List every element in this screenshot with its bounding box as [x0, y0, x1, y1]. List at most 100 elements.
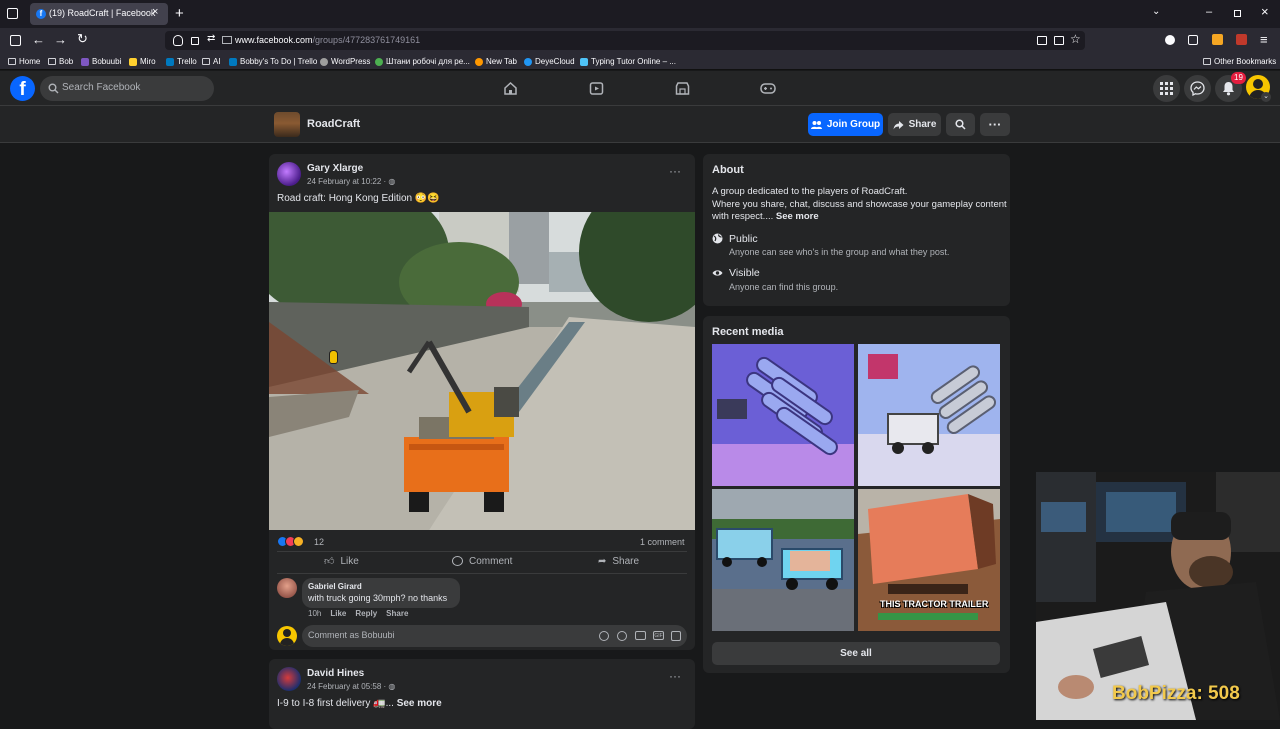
comment-button[interactable]: Comment	[452, 554, 512, 568]
tab-list-icon[interactable]	[7, 8, 18, 19]
bookmark-star-icon[interactable]: ☆	[1070, 32, 1081, 46]
bookmark-bobuubi[interactable]: Bobuubi	[81, 55, 121, 68]
minimize-window-icon[interactable]: –	[1206, 6, 1212, 18]
about-card: About A group dedicated to the players o…	[703, 154, 1010, 306]
like-button[interactable]: 👍︎ Like	[324, 554, 359, 568]
reload-icon[interactable]: ↻	[77, 31, 88, 47]
share-arrow-icon	[893, 120, 904, 129]
see-more-link[interactable]: See more	[397, 698, 442, 709]
group-more-options-icon[interactable]: ···	[980, 113, 1010, 136]
group-avatar[interactable]	[274, 112, 300, 137]
group-search-button[interactable]	[946, 113, 975, 136]
lock-icon[interactable]	[191, 37, 199, 45]
bookmark-other[interactable]: Other Bookmarks	[1203, 55, 1276, 68]
media-thumbnail[interactable]: THIS TRACTOR TRAILER	[858, 489, 1000, 631]
divider	[277, 573, 687, 574]
maximize-window-icon[interactable]	[1234, 10, 1241, 17]
address-bar[interactable]: ⇄ www.facebook.com/groups/47728376174916…	[165, 31, 1085, 50]
folder-icon	[202, 58, 210, 65]
menu-button[interactable]	[1153, 75, 1180, 102]
trello-icon	[229, 57, 237, 66]
about-see-more-link[interactable]: See more	[776, 211, 819, 222]
video-icon[interactable]	[589, 81, 604, 96]
account-icon[interactable]	[1165, 35, 1175, 45]
post-more-options-icon[interactable]: ···	[669, 164, 681, 178]
comment-bubble: Gabriel Girard with truck going 30mph? n…	[302, 578, 460, 608]
group-name[interactable]: RoadCraft	[307, 118, 360, 130]
messenger-button[interactable]	[1184, 75, 1211, 102]
comment-reply-link[interactable]: Reply	[355, 609, 377, 618]
account-chevron-down-icon[interactable]: ⌄	[1261, 92, 1271, 102]
reaction-count[interactable]: 12	[314, 537, 324, 547]
close-window-icon[interactable]: ×	[1261, 4, 1269, 19]
camera-icon[interactable]	[635, 631, 646, 640]
post-text: I-9 to I-8 first delivery 🚛... See more	[277, 698, 442, 709]
comment-like-link[interactable]: Like	[330, 609, 346, 618]
my-avatar[interactable]	[277, 626, 297, 646]
bookmark-ai[interactable]: AI	[202, 55, 221, 68]
extension-icon[interactable]	[1212, 34, 1223, 45]
media-thumbnail[interactable]	[858, 344, 1000, 486]
group-header: RoadCraft Join Group Share ···	[0, 106, 1280, 143]
bookmark-bobbys-todo[interactable]: Bobby's To Do | Trello	[229, 55, 317, 68]
see-all-button[interactable]: See all	[712, 642, 1000, 665]
extension-badge-icon[interactable]	[1236, 34, 1247, 45]
post-timestamp[interactable]: 24 February at 10:22 · ◍	[307, 177, 395, 186]
close-tab-icon[interactable]: ×	[152, 6, 158, 18]
browser-tab-active[interactable]: f (19) RoadCraft | Facebook ×	[30, 3, 168, 25]
share-button[interactable]: ➦ Share	[598, 554, 639, 568]
gif-icon[interactable]: GIF	[653, 631, 664, 640]
post-more-options-icon[interactable]: ···	[669, 669, 681, 683]
bookmark-trello[interactable]: Trello	[166, 55, 197, 68]
forward-icon[interactable]: →	[54, 32, 67, 47]
back-icon[interactable]: ←	[32, 32, 45, 47]
bookmark-home[interactable]: Home	[8, 55, 40, 68]
bookmark-wordpress[interactable]: WordPress	[320, 55, 370, 68]
browser-menu-icon[interactable]: ≡	[1260, 32, 1268, 47]
gaming-icon[interactable]	[760, 82, 776, 95]
share-arrow-icon: ➦	[598, 555, 607, 567]
picture-in-picture-icon[interactable]	[1037, 36, 1047, 45]
author-avatar[interactable]	[277, 667, 301, 691]
reader-icon[interactable]	[222, 36, 232, 44]
search-input[interactable]: Search Facebook	[40, 76, 214, 101]
about-description: A group dedicated to the players of Road…	[712, 186, 1007, 222]
join-group-button[interactable]: Join Group	[808, 113, 883, 136]
emoji-icon[interactable]	[617, 631, 627, 641]
comment-share-link[interactable]: Share	[386, 609, 408, 618]
avatar-sticker-icon[interactable]	[599, 631, 609, 641]
share-group-button[interactable]: Share	[888, 113, 941, 136]
bookmark-bob[interactable]: Bob	[48, 55, 73, 68]
reader-view-icon[interactable]	[1054, 36, 1064, 45]
comment-input[interactable]: Comment as Bobuubi GIF	[302, 625, 687, 647]
new-tab-icon[interactable]: +	[175, 5, 184, 22]
media-thumbnail[interactable]	[712, 344, 854, 486]
bookmark-typing-tutor[interactable]: Typing Tutor Online – ...	[580, 55, 676, 68]
folder-icon	[1203, 58, 1211, 65]
media-thumbnail[interactable]	[712, 489, 854, 631]
post-photo[interactable]	[269, 212, 695, 530]
eye-icon	[712, 270, 723, 276]
author-avatar[interactable]	[277, 162, 301, 186]
comment-author[interactable]: Gabriel Girard	[308, 582, 362, 591]
commenter-avatar[interactable]	[277, 578, 297, 598]
sticker-icon[interactable]	[671, 631, 681, 641]
shield-icon[interactable]	[173, 35, 183, 46]
bookmark-miro[interactable]: Miro	[129, 55, 156, 68]
post-author[interactable]: David Hines	[307, 668, 364, 679]
home-icon[interactable]	[503, 81, 518, 96]
post-author[interactable]: Gary Xlarge	[307, 163, 363, 174]
tab-overflow-chevron-icon[interactable]: ⌄	[1152, 6, 1160, 17]
comment-count[interactable]: 1 comment	[640, 537, 685, 547]
extensions-icon[interactable]	[1188, 35, 1198, 45]
permissions-icon[interactable]: ⇄	[207, 33, 215, 44]
marketplace-icon[interactable]	[675, 81, 690, 96]
sidebar-toggle-icon[interactable]	[10, 35, 21, 46]
post-timestamp[interactable]: 24 February at 05:58 · ◍	[307, 682, 395, 691]
bookmark-new-tab[interactable]: New Tab	[475, 55, 517, 68]
bookmark-deyecloud[interactable]: DeyeCloud	[524, 55, 575, 68]
reaction-icons[interactable]	[277, 536, 304, 547]
bell-icon	[1223, 82, 1234, 96]
facebook-logo-icon[interactable]: f	[10, 76, 35, 101]
bookmark-shtany[interactable]: Штани робочі для ре...	[375, 55, 470, 68]
